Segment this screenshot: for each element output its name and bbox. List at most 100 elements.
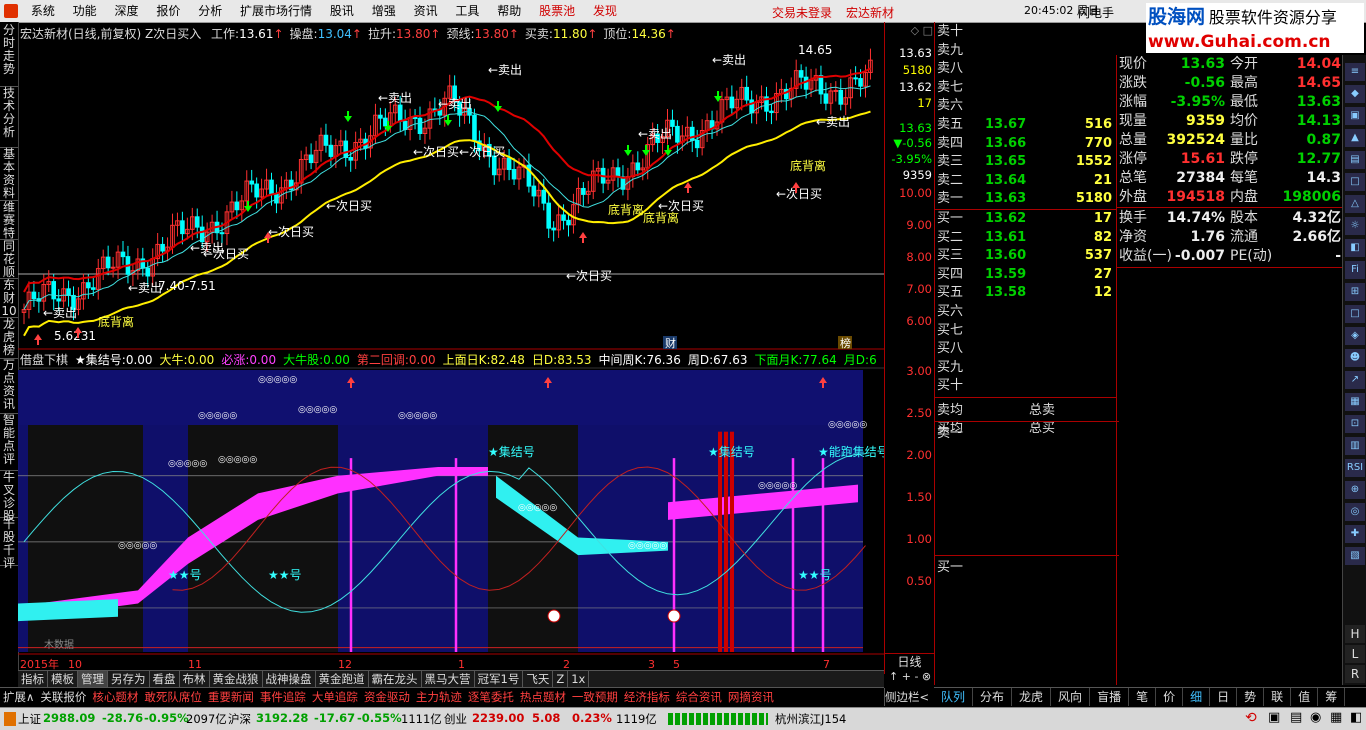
side-tab-9[interactable]: 牛叉诊股 (0, 471, 18, 523)
bid-row[interactable]: 买四 13.59 27 (935, 266, 1117, 284)
side-tab-5[interactable]: 东财10 (0, 279, 18, 318)
ask-row[interactable]: 卖一 13.63 5180 (935, 190, 1117, 208)
panel-controls-icon[interactable]: ◇ □ (911, 24, 933, 37)
ask-row[interactable]: 卖二 13.64 21 (935, 172, 1117, 190)
menu-item-depth[interactable]: 深度 (108, 0, 146, 22)
news-tab[interactable]: 热点题材 (517, 688, 569, 706)
ask-row[interactable]: 卖十 (935, 23, 1117, 41)
indicator-tab[interactable]: 冠军1号 (475, 671, 524, 688)
panel-mode-button[interactable]: R (1345, 665, 1365, 683)
ask-row[interactable]: 卖三 13.65 1552 (935, 153, 1117, 171)
right-tab[interactable]: 细 (1183, 688, 1211, 706)
menu-item-discover[interactable]: 发现 (586, 0, 624, 22)
plus-button[interactable]: + (902, 670, 911, 683)
ask-row[interactable]: 卖七 (935, 79, 1117, 97)
side-tab-6[interactable]: 龙虎榜 (0, 318, 18, 359)
menu-item-quote[interactable]: 报价 (149, 0, 187, 22)
side-tab-0[interactable]: 分时走势 (0, 24, 18, 87)
tool-icon[interactable]: ✚ (1345, 525, 1365, 543)
tool-icon-4[interactable]: ▦ (1330, 710, 1342, 725)
sidebar-toggle[interactable]: 侧边栏< (884, 688, 935, 706)
news-tab[interactable]: 敢死队席位 (141, 688, 205, 706)
indicator-tab[interactable]: 看盘 (150, 671, 180, 688)
tool-icon-3[interactable]: ◉ (1310, 710, 1321, 725)
tool-icon[interactable]: ≡ (1345, 63, 1365, 81)
bid-row[interactable]: 买五 13.58 12 (935, 284, 1117, 302)
tool-icon[interactable]: ⊕ (1345, 481, 1365, 499)
kline-chart[interactable]: ←卖出←卖出←卖出←卖出 ←卖出←卖出←卖出←卖出←卖出←次日买←次日买←次日买←… (18, 22, 884, 674)
indicator-tab[interactable]: 霸在龙头 (369, 671, 422, 688)
tool-icon[interactable]: ☻ (1345, 349, 1365, 367)
side-tab-3[interactable]: 维赛特 (0, 201, 18, 240)
tool-icon[interactable]: ◆ (1345, 85, 1365, 103)
tool-icon[interactable]: ◎ (1345, 503, 1365, 521)
indicator-tab[interactable]: 指标 (18, 671, 48, 688)
right-tab[interactable]: 盲播 (1090, 688, 1130, 706)
menu-item-stock-pool[interactable]: 股票池 (532, 0, 582, 22)
tool-icon[interactable]: ▣ (1345, 107, 1365, 125)
right-tab[interactable]: 价 (1156, 688, 1184, 706)
menu-item-enhance[interactable]: 增强 (365, 0, 403, 22)
tool-icon[interactable]: ⊞ (1345, 283, 1365, 301)
right-tab[interactable]: 值 (1291, 688, 1319, 706)
menu-item-tools[interactable]: 工具 (448, 0, 486, 22)
tool-icon[interactable]: ▧ (1345, 547, 1365, 565)
bid-row[interactable]: 买十 (935, 377, 1117, 395)
flash-trade-button[interactable]: 闪电手 (1078, 4, 1114, 21)
news-tab[interactable]: 事件追踪 (257, 688, 309, 706)
tool-icon[interactable]: □ (1345, 305, 1365, 323)
indicator-tab[interactable]: 黑马大营 (422, 671, 475, 688)
menu-item-help[interactable]: 帮助 (490, 0, 528, 22)
side-tab-10[interactable]: 千股千评 (0, 518, 18, 570)
indicator-tab[interactable]: 战神操盘 (263, 671, 316, 688)
tool-icon[interactable]: □ (1345, 173, 1365, 191)
tool-icon[interactable]: ▤ (1345, 151, 1365, 169)
menu-item-ext-market[interactable]: 扩展市场行情 (233, 0, 319, 22)
ask-row[interactable]: 卖九 (935, 42, 1117, 60)
cy-index-label[interactable]: 创业 (444, 711, 467, 727)
bid-row[interactable]: 买六 (935, 303, 1117, 321)
menu-item-system[interactable]: 系统 (24, 0, 62, 22)
side-tab-8[interactable]: 智能点评 (0, 414, 18, 471)
news-tab[interactable]: 大单追踪 (309, 688, 361, 706)
tool-icon-2[interactable]: ▤ (1290, 710, 1302, 725)
side-tab-1[interactable]: 技术分析 (0, 87, 18, 148)
menu-item-news[interactable]: 股讯 (323, 0, 361, 22)
indicator-tab[interactable]: 布林 (180, 671, 210, 688)
news-tab[interactable]: 主力轨迹 (413, 688, 465, 706)
right-tab[interactable]: 日 (1210, 688, 1238, 706)
tool-icon[interactable]: ⊡ (1345, 415, 1365, 433)
tool-icon[interactable]: ↗ (1345, 371, 1365, 389)
login-status[interactable]: 交易未登录 (772, 4, 832, 21)
right-tab[interactable]: 分布 (973, 688, 1013, 706)
bid-row[interactable]: 买七 (935, 322, 1117, 340)
ask-row[interactable]: 卖四 13.66 770 (935, 135, 1117, 153)
news-tab[interactable]: 核心题材 (89, 688, 141, 706)
indicator-tab[interactable]: 飞天 (523, 671, 554, 688)
bid1-queue[interactable]: 买一 (935, 555, 1119, 575)
news-tab[interactable]: 一致预期 (569, 688, 621, 706)
right-tab[interactable]: 队列 (934, 688, 974, 706)
tool-icon-5[interactable]: ◧ (1350, 710, 1362, 725)
ask-row[interactable]: 卖六 (935, 97, 1117, 115)
right-tab[interactable]: 风向 (1051, 688, 1091, 706)
refresh-icon[interactable]: ⟲ (1245, 710, 1257, 726)
period-label[interactable]: 日线 (885, 653, 934, 670)
menu-item-info[interactable]: 资讯 (407, 0, 445, 22)
sz-index-label[interactable]: 沪深 (228, 711, 251, 727)
tool-icon[interactable]: ☼ (1345, 217, 1365, 235)
bid-row[interactable]: 买九 (935, 359, 1117, 377)
tool-icon[interactable]: RSI (1345, 459, 1365, 477)
tool-icon[interactable]: ▥ (1345, 437, 1365, 455)
news-tab[interactable]: 经济指标 (621, 688, 673, 706)
right-tab[interactable]: 筹 (1318, 688, 1346, 706)
news-tab[interactable]: 扩展∧ (0, 688, 37, 706)
tool-icon[interactable]: ▦ (1345, 393, 1365, 411)
menu-item-analysis[interactable]: 分析 (191, 0, 229, 22)
news-tab[interactable]: 资金驱动 (361, 688, 413, 706)
indicator-tab[interactable]: 1x (568, 671, 590, 688)
ask-row[interactable]: 卖八 (935, 60, 1117, 78)
bid-row[interactable]: 买一 13.62 17 (935, 210, 1117, 228)
indicator-tab[interactable]: 黄金战狼 (210, 671, 263, 688)
right-tab[interactable]: 龙虎 (1012, 688, 1052, 706)
